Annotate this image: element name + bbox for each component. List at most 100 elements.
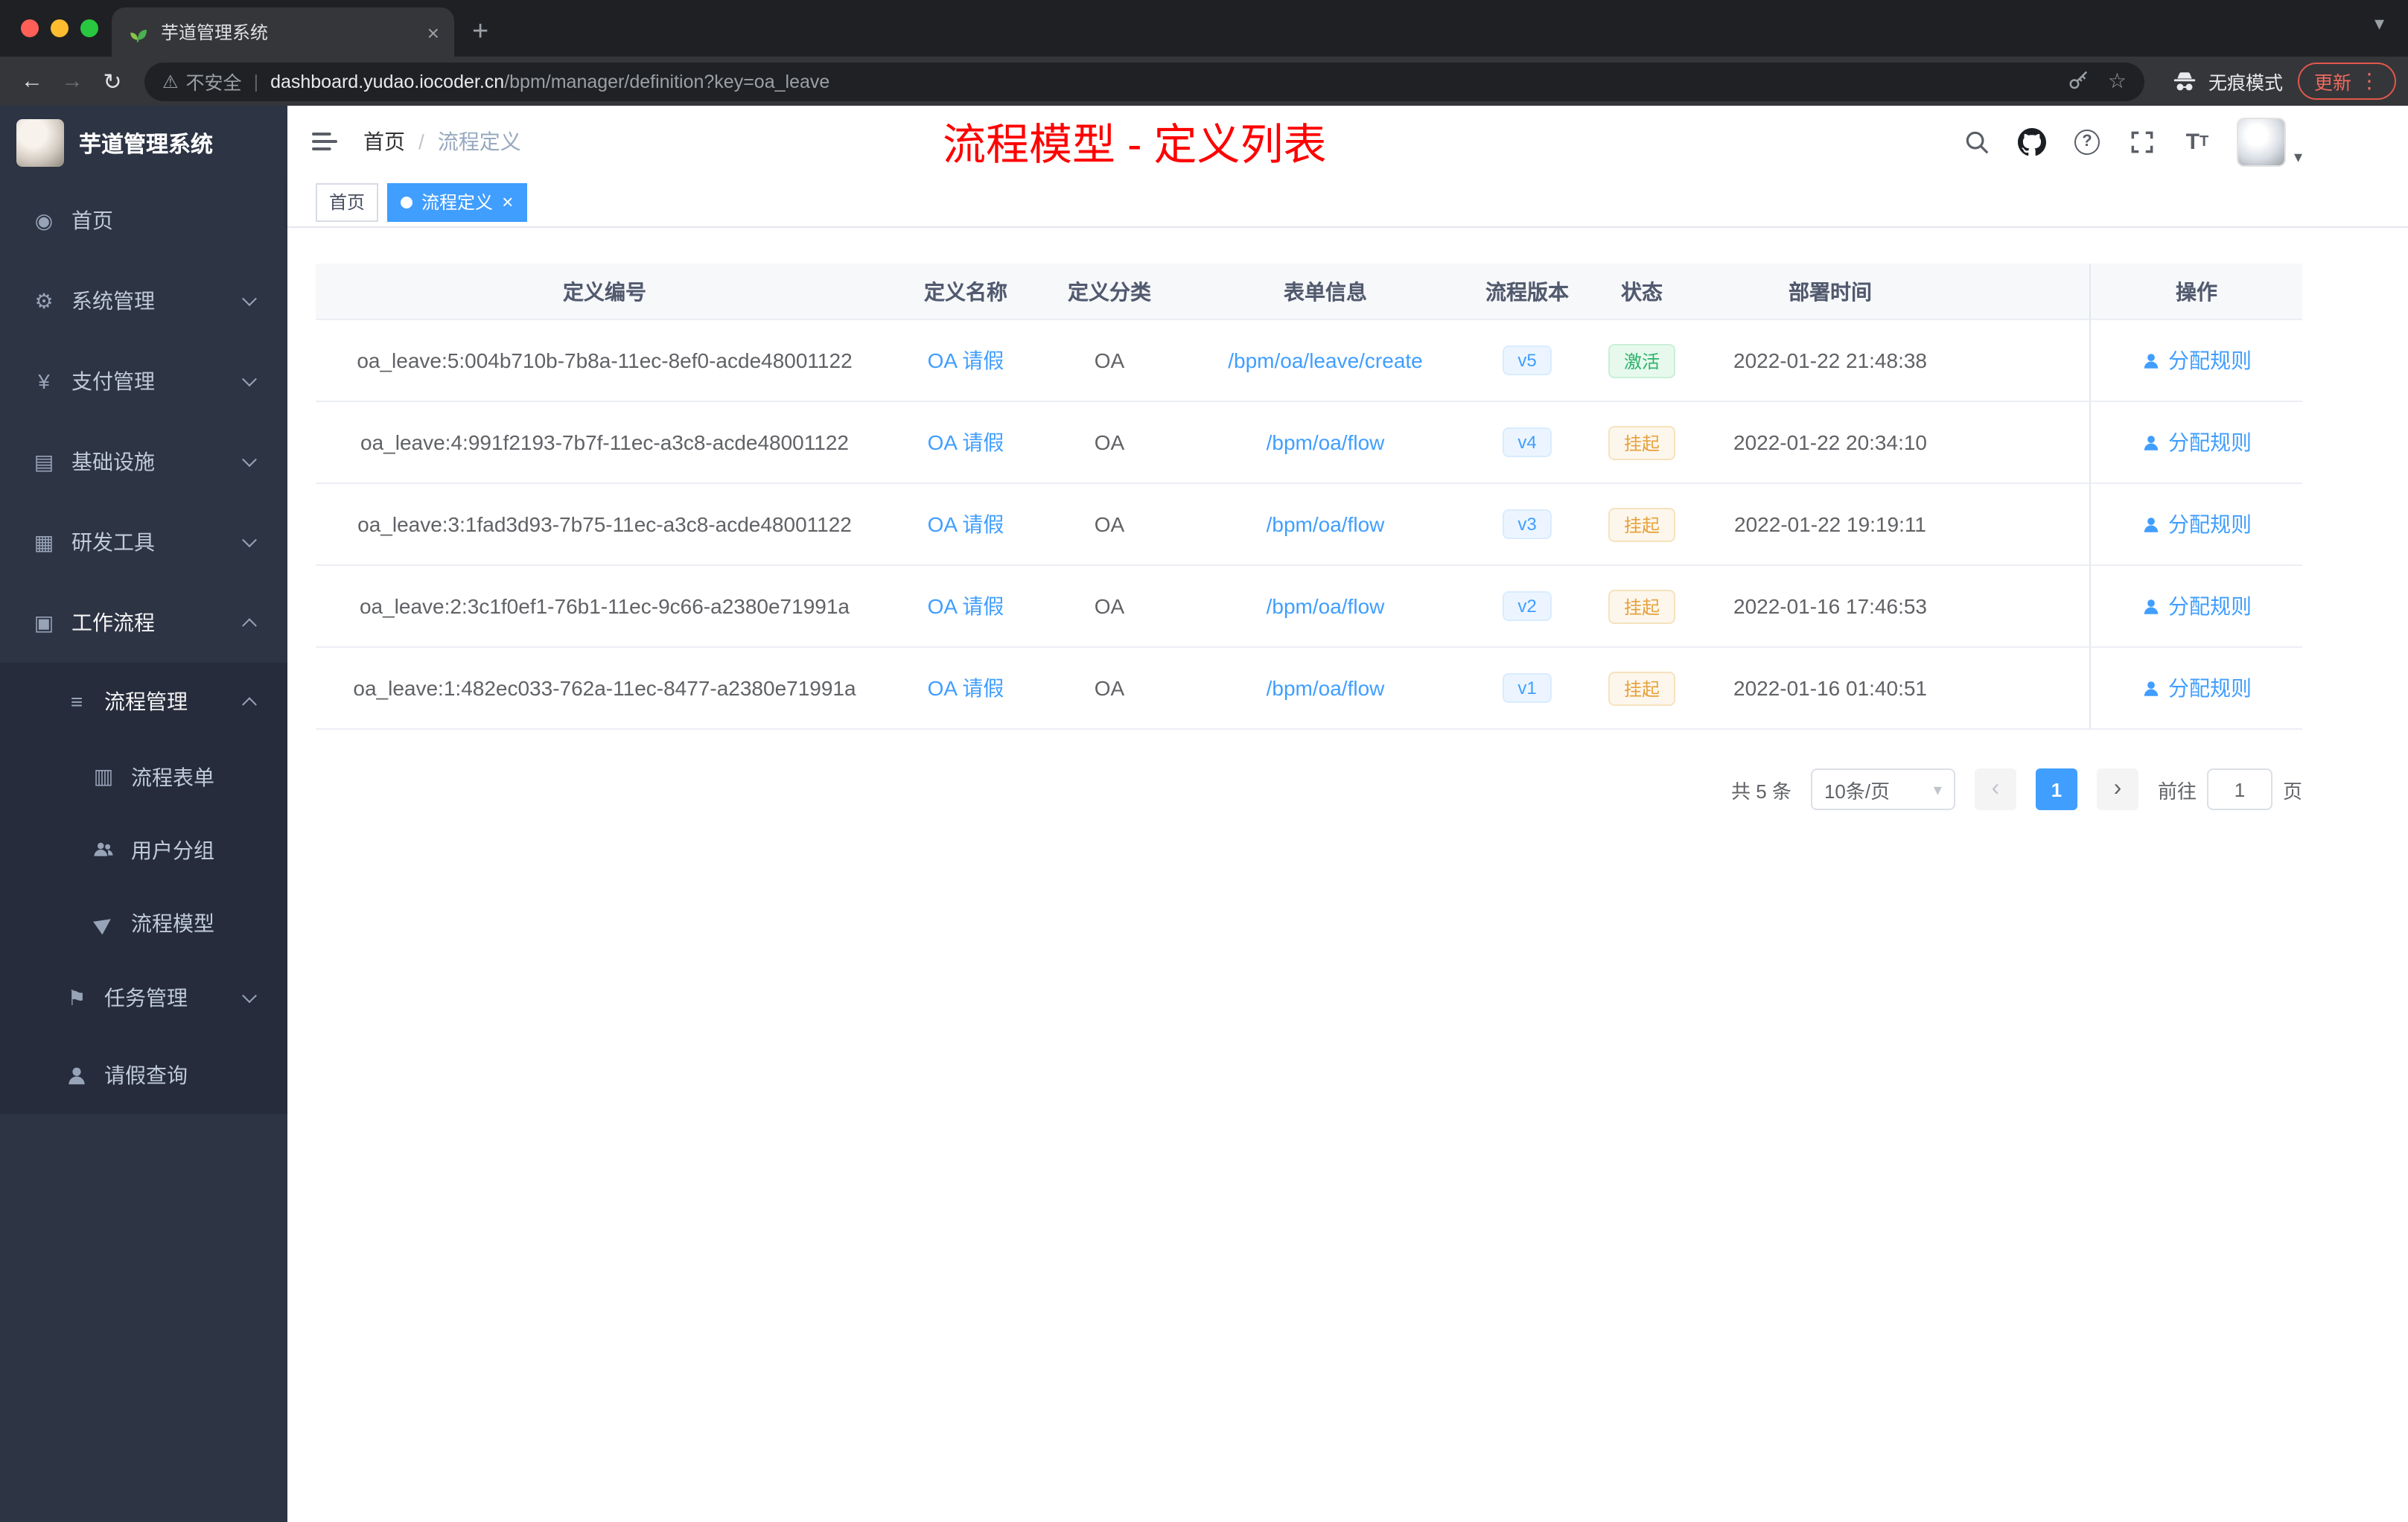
assign-rule-label: 分配规则 [2168,348,2252,372]
form-icon: ▥ [93,764,114,788]
page-size-select[interactable]: 10条/页 ▾ [1810,768,1955,810]
definition-name-link[interactable]: OA 请假 [928,346,1004,375]
assign-rule-link[interactable]: 分配规则 [2141,427,2252,457]
definition-category: OA [1038,566,1181,648]
deploy-time: 2022-01-22 19:19:11 [1699,484,1961,566]
address-bar[interactable]: ⚠ 不安全 | dashboard.yudao.iocoder.cn /bpm/… [144,62,2144,101]
logo-title: 芋道管理系统 [79,132,214,157]
definition-name-link[interactable]: OA 请假 [928,509,1004,539]
sidebar-item-process-management[interactable]: ≡ 流程管理 [0,663,287,740]
zoom-window-button[interactable] [80,19,98,37]
definition-table: 定义编号 定义名称 定义分类 表单信息 流程版本 状态 部署时间 操作 oa_l… [316,264,2302,730]
forward-button[interactable]: → [52,69,92,94]
update-chrome-button[interactable]: 更新 ⋮ [2297,63,2396,100]
sidebar-toggle-icon[interactable] [310,127,340,156]
app-header: 首页 / 流程定义 流程模型 - 定义列表 ? T T ▾ [287,106,2408,177]
definition-id: oa_leave:3:1fad3d93-7b75-11ec-a3c8-acde4… [316,484,894,566]
process-management-icon: ≡ [70,690,83,713]
sidebar-item-workflow[interactable]: ▣ 工作流程 [0,582,287,663]
deploy-time: 2022-01-16 01:40:51 [1699,648,1961,730]
definition-name-link[interactable]: OA 请假 [928,427,1004,457]
sidebar-item-leave-query[interactable]: 请假查询 [0,1037,287,1114]
next-page-button[interactable]: › [2096,768,2138,810]
definition-category: OA [1038,648,1181,730]
sidebar-item-task-management[interactable]: ⚑ 任务管理 [0,959,287,1037]
bookmark-star-icon[interactable]: ☆ [2108,69,2127,94]
sidebar-item-devtools[interactable]: ▦ 研发工具 [0,502,287,582]
assign-rule-link[interactable]: 分配规则 [2141,509,2252,539]
security-label[interactable]: 不安全 [186,67,242,95]
page-content: 定义编号 定义名称 定义分类 表单信息 流程版本 状态 部署时间 操作 oa_l… [287,228,2408,1522]
chevron-up-icon [242,618,257,634]
deploy-time: 2022-01-16 17:46:53 [1699,566,1961,648]
assign-rule-link[interactable]: 分配规则 [2141,591,2252,621]
sidebar-item-label: 研发工具 [71,530,155,554]
reload-button[interactable]: ↻ [92,68,133,95]
person-icon [2144,681,2159,695]
github-icon[interactable] [2017,127,2047,156]
browser-menu-icon[interactable]: ⋮ [2359,69,2380,94]
tab-search-icon[interactable]: ▾ [2374,12,2384,36]
page-number-button[interactable]: 1 [2035,768,2077,810]
tab-close-icon[interactable]: × [427,20,439,44]
chevron-down-icon [242,532,257,548]
form-link[interactable]: /bpm/oa/flow [1267,512,1385,536]
chevron-down-icon: ▾ [2293,148,2302,166]
column-header-category: 定义分类 [1038,264,1181,320]
table-row: oa_leave:4:991f2193-7b7f-11ec-a3c8-acde4… [316,402,2302,484]
devtools-icon: ▦ [34,529,54,553]
browser-tab[interactable]: 芋道管理系统 × [112,7,454,57]
form-link[interactable]: /bpm/oa/flow [1267,676,1385,700]
fullscreen-icon[interactable] [2127,127,2157,156]
back-button[interactable]: ← [12,69,52,94]
prev-page-button[interactable]: ‹ [1974,768,2016,810]
filler-cell [1961,402,2089,484]
table-row: oa_leave:5:004b710b-7b8a-11ec-8ef0-acde4… [316,320,2302,402]
close-window-button[interactable] [21,19,39,37]
minimize-window-button[interactable] [51,19,69,37]
assign-rule-link[interactable]: 分配规则 [2141,673,2252,703]
form-link[interactable]: /bpm/oa/flow [1267,594,1385,618]
definition-name-link[interactable]: OA 请假 [928,591,1004,621]
version-tag: v3 [1503,509,1552,539]
tag-process-definition[interactable]: 流程定义 × [387,182,527,221]
font-size-icon[interactable]: TT [2182,127,2212,156]
definition-name-link[interactable]: OA 请假 [928,673,1004,703]
chevron-down-icon: ▾ [1933,781,1942,799]
assign-rule-link[interactable]: 分配规则 [2141,346,2252,375]
warning-icon: ⚠ [162,71,179,92]
sidebar-item-system-management[interactable]: ⚙ 系统管理 [0,261,287,341]
close-icon[interactable]: × [502,192,513,211]
sidebar-item-label: 支付管理 [71,369,155,393]
tag-home[interactable]: 首页 [316,182,379,221]
table-row: oa_leave:3:1fad3d93-7b75-11ec-a3c8-acde4… [316,484,2302,566]
user-menu[interactable]: ▾ [2237,117,2302,166]
form-link[interactable]: /bpm/oa/flow [1267,430,1385,454]
search-icon[interactable] [1962,127,1992,156]
page-unit-label: 页 [2282,780,2302,802]
sidebar-item-process-form[interactable]: ▥ 流程表单 [0,740,287,813]
sidebar-item-home[interactable]: ◉ 首页 [0,180,287,261]
logo-image [16,119,64,167]
sidebar-item-user-group[interactable]: 用户分组 [0,813,287,886]
app-logo[interactable]: 芋道管理系统 [0,106,287,180]
goto-page-input[interactable] [2206,768,2272,810]
goto-label: 前往 [2157,780,2197,802]
gear-icon: ⚙ [34,288,54,312]
update-label: 更新 [2313,73,2351,94]
payment-icon: ¥ [38,369,50,393]
sidebar-item-infrastructure[interactable]: ▤ 基础设施 [0,421,287,502]
new-tab-button[interactable]: + [472,16,488,49]
browser-window: 芋道管理系统 × + ▾ ← → ↻ ⚠ 不安全 | dashboard.yud… [0,0,2408,1522]
status-tag: 挂起 [1608,671,1675,705]
sidebar-item-payment-management[interactable]: ¥ 支付管理 [0,341,287,421]
person-icon [2144,353,2159,368]
chevron-up-icon [242,697,257,713]
password-key-icon[interactable] [2068,70,2090,92]
breadcrumb-home[interactable]: 首页 [363,127,405,156]
version-tag: v5 [1503,346,1552,375]
sidebar-item-process-model[interactable]: ▶ 流程模型 [0,886,287,959]
form-link[interactable]: /bpm/oa/leave/create [1228,348,1423,372]
help-icon[interactable]: ? [2072,127,2102,156]
chevron-down-icon [242,452,257,468]
